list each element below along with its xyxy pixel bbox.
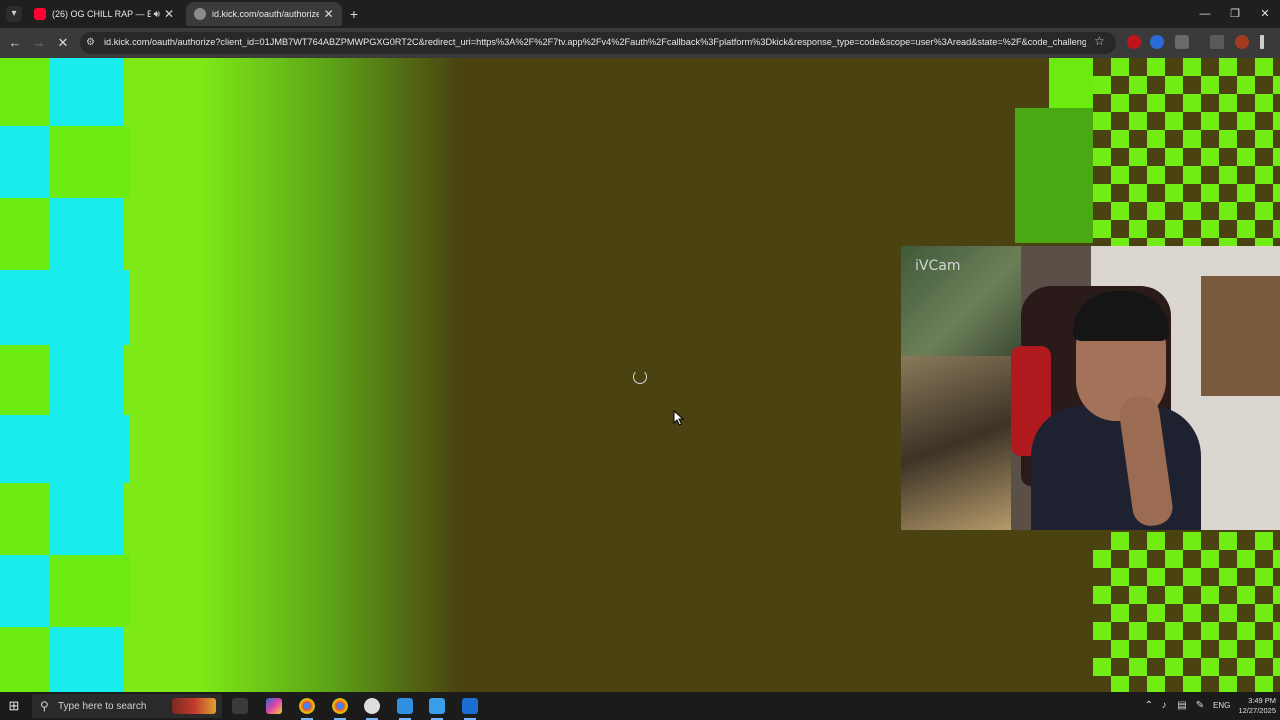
- app-p-icon[interactable]: [429, 698, 445, 720]
- star-icon[interactable]: ☆: [1094, 35, 1106, 47]
- close-window-icon[interactable]: ✕: [1250, 0, 1280, 28]
- site-info-icon[interactable]: ⚙: [86, 38, 96, 48]
- webcam-watermark: iVCam: [915, 258, 961, 274]
- clock-date: 12/27/2025: [1238, 706, 1276, 715]
- tab-title: (26) OG CHILL RAP — Every: [52, 9, 151, 19]
- loading-globe-icon: [194, 8, 206, 20]
- tab-og-chill-rap[interactable]: (26) OG CHILL RAP — Every 🔊︎ ✕: [26, 2, 182, 26]
- checker-pattern-top: [1093, 58, 1280, 246]
- chrome-profile-icon[interactable]: [332, 698, 348, 720]
- search-icon: ⚲: [40, 699, 49, 713]
- windows-start-icon[interactable]: ⊞: [6, 698, 22, 714]
- profile-avatar-icon[interactable]: [1235, 35, 1249, 49]
- speaker-tray-icon[interactable]: ♪: [1158, 700, 1170, 712]
- media-control-icon[interactable]: [1210, 35, 1224, 49]
- menu-dots-icon[interactable]: [1260, 35, 1264, 49]
- taskbar-search-box[interactable]: ⚲ Type here to search: [32, 694, 222, 718]
- language-indicator[interactable]: ENG: [1213, 701, 1230, 710]
- tab-title: id.kick.com/oauth/authorize?cl: [212, 9, 320, 19]
- windows-taskbar: ⊞ ⚲ Type here to search ⌃ ♪ ▤ ✎ ENG 3:49…: [0, 692, 1280, 720]
- stop-reload-icon[interactable]: ✕: [54, 34, 72, 52]
- clock[interactable]: 3:49 PM 12/27/2025: [1232, 696, 1276, 716]
- extensions-puzzle-icon[interactable]: [1175, 35, 1189, 49]
- minimize-icon[interactable]: —: [1190, 0, 1220, 28]
- clock-time: 3:49 PM: [1248, 696, 1276, 705]
- youtube-icon: [34, 8, 46, 20]
- tab-strip: ▾ (26) OG CHILL RAP — Every 🔊︎ ✕ id.kick…: [0, 0, 1280, 28]
- back-arrow-icon[interactable]: ←: [6, 34, 24, 52]
- forward-arrow-icon[interactable]: →: [30, 34, 48, 52]
- copilot-icon[interactable]: [266, 698, 282, 714]
- tab-search-chevron-down-icon[interactable]: ▾: [6, 6, 22, 22]
- search-placeholder: Type here to search: [58, 701, 147, 712]
- mouse-pointer-icon: [673, 410, 685, 426]
- app-v-icon[interactable]: [462, 698, 478, 720]
- green-block: [1015, 108, 1093, 243]
- chevron-up-icon[interactable]: ⌃: [1143, 700, 1155, 712]
- restore-icon[interactable]: ❐: [1220, 0, 1250, 28]
- loading-spinner-icon: [633, 370, 647, 384]
- extension-blue-icon[interactable]: [1150, 35, 1164, 49]
- search-highlight-icon: [172, 698, 216, 714]
- close-tab-icon[interactable]: ✕: [164, 8, 174, 20]
- pen-icon[interactable]: ✎: [1194, 700, 1206, 712]
- left-glitch-band: [0, 58, 130, 692]
- extension-record-icon[interactable]: [1127, 35, 1141, 49]
- webcam-overlay: iVCam: [901, 246, 1280, 530]
- green-block: [1049, 58, 1093, 108]
- new-tab-plus-icon[interactable]: +: [346, 6, 362, 22]
- app-blue-icon[interactable]: [397, 698, 413, 720]
- network-icon[interactable]: ▤: [1176, 700, 1188, 712]
- close-tab-icon[interactable]: ✕: [323, 8, 334, 20]
- tab-kick-oauth[interactable]: id.kick.com/oauth/authorize?cl ✕: [186, 2, 342, 26]
- url-text[interactable]: id.kick.com/oauth/authorize?client_id=01…: [104, 37, 1086, 51]
- checker-pattern-bottom: [1093, 532, 1280, 692]
- app-circle-icon[interactable]: [364, 698, 380, 720]
- speaker-icon[interactable]: 🔊︎: [154, 9, 160, 20]
- task-view-icon[interactable]: [232, 698, 248, 714]
- chrome-icon[interactable]: [299, 698, 315, 720]
